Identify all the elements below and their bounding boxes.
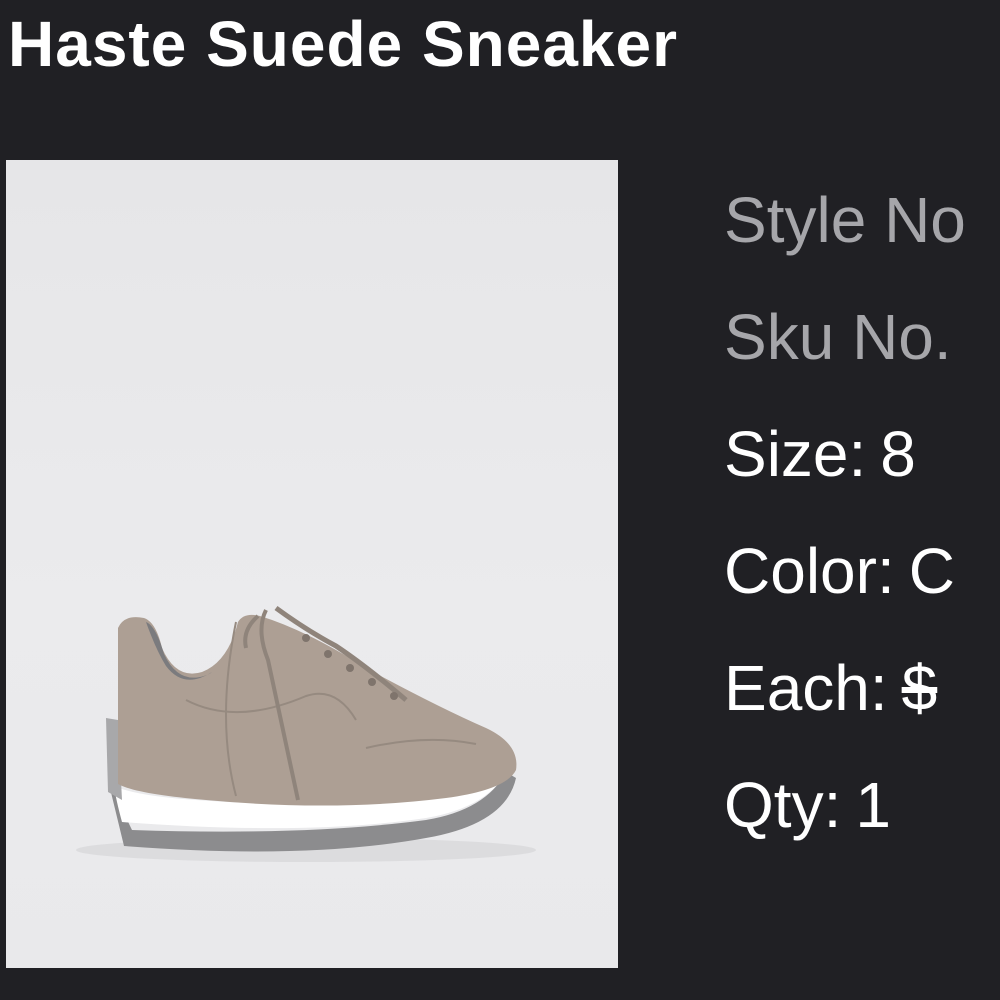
color-value: C <box>908 535 955 607</box>
size-label: Size: <box>724 418 867 490</box>
product-details: Style No Sku No. Size: 8 Color: C Each: $ Q… <box>724 178 1000 878</box>
product-detail-page: Haste Suede Sneaker Style No Sku No. Siz… <box>0 0 1000 1000</box>
qty-value: 1 <box>855 769 891 841</box>
size-detail: Size: 8 <box>724 412 1000 529</box>
sku-number: Sku No. <box>724 295 1000 412</box>
each-price-value: $ <box>901 652 938 724</box>
sneaker-icon <box>76 605 536 862</box>
qty-label: Qty: <box>724 769 842 841</box>
product-image <box>6 160 618 968</box>
sku-number-label: Sku No. <box>724 301 952 373</box>
color-detail: Color: C <box>724 529 1000 646</box>
each-price-detail: Each: $ <box>724 646 1000 763</box>
style-number-label: Style No <box>724 184 966 256</box>
product-title: Haste Suede Sneaker <box>8 8 678 80</box>
color-label: Color: <box>724 535 895 607</box>
each-label: Each: <box>724 652 888 724</box>
quantity-detail: Qty: 1 <box>724 763 1000 878</box>
style-number: Style No <box>724 178 1000 295</box>
size-value: 8 <box>880 418 916 490</box>
